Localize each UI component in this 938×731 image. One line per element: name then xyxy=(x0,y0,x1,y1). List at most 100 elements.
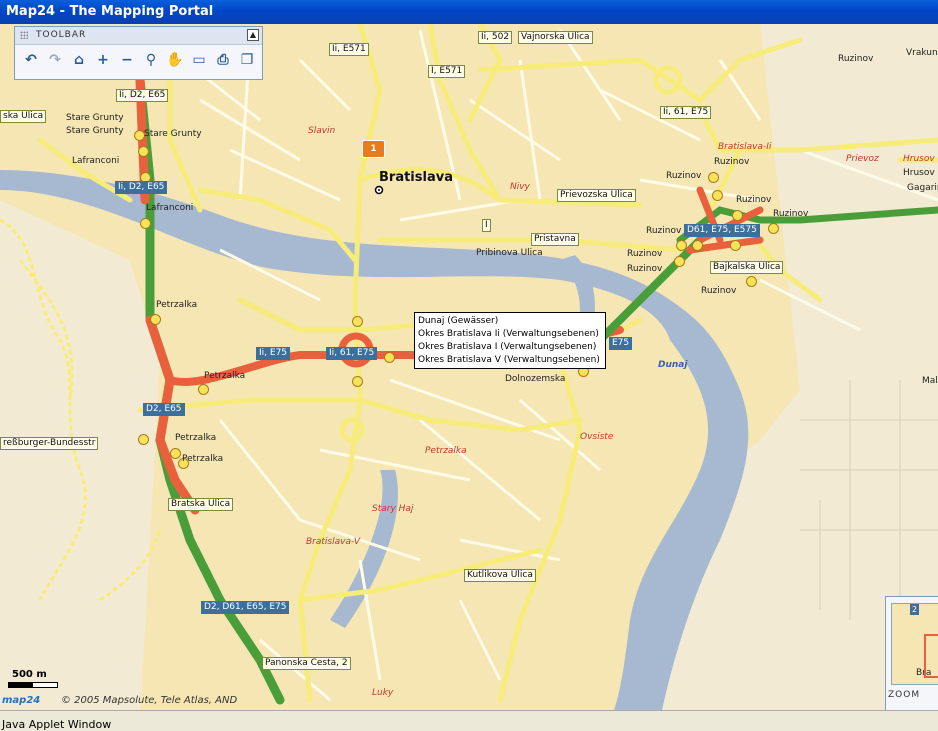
street-label[interactable]: Vajnorska Ulica xyxy=(518,31,593,44)
street-label[interactable]: I xyxy=(482,219,491,232)
street-label[interactable]: Prievozska Ulica xyxy=(557,189,636,202)
street-label[interactable]: Ii, 61, E75 xyxy=(660,106,712,119)
junction-dot[interactable] xyxy=(708,172,719,183)
street-label[interactable]: Ii, 502 xyxy=(478,31,513,44)
junction-dot[interactable] xyxy=(138,434,149,445)
scale-label: 500 m xyxy=(12,669,47,680)
junction-dot[interactable] xyxy=(746,276,757,287)
place-label: Hrusov xyxy=(903,168,935,178)
route-icon[interactable]: ⚲ xyxy=(141,50,161,70)
street-label[interactable]: Pristavna xyxy=(531,233,579,246)
junction-dot[interactable] xyxy=(384,352,395,363)
window-title: Map24 - The Mapping Portal xyxy=(6,4,214,19)
junction-dot[interactable] xyxy=(170,448,181,459)
street-label[interactable]: Bajkalska Ulica xyxy=(710,261,784,274)
district-label: Slavin xyxy=(308,126,336,136)
street-label[interactable]: Ii, E571 xyxy=(329,43,369,56)
highway-shield[interactable]: D2, D61, E65, E75 xyxy=(201,601,290,614)
overview-viewport-box[interactable] xyxy=(924,634,938,678)
place-label: Mal xyxy=(922,376,938,386)
highway-shield[interactable]: Ii, 61, E75 xyxy=(326,347,378,360)
district-label: Prievoz xyxy=(846,154,879,164)
place-label: Ruzinov xyxy=(666,171,702,181)
place-label: Petrzalka xyxy=(182,454,224,464)
toolbar-title: TOOLBAR xyxy=(36,30,87,40)
street-label[interactable]: I, E571 xyxy=(428,65,466,78)
measure-icon[interactable]: ▭ xyxy=(189,50,209,70)
overview-zoom-label[interactable]: ZOOM xyxy=(888,690,920,700)
junction-dot[interactable] xyxy=(732,210,743,221)
print-icon[interactable]: ⎙ xyxy=(213,50,233,70)
zoom-out-icon[interactable]: − xyxy=(117,50,137,70)
scale-bar-graphic xyxy=(8,682,58,688)
street-label[interactable]: Panonska Cesta, 2 xyxy=(262,657,351,670)
junction-dot[interactable] xyxy=(768,223,779,234)
district-label: Hrusov xyxy=(903,154,935,164)
place-label: Ruzinov xyxy=(773,209,809,219)
home-icon[interactable]: ⌂ xyxy=(69,50,89,70)
district-label: Bratislava-Ii xyxy=(718,142,772,152)
place-label: Petrzalka xyxy=(156,300,198,310)
tooltip-line: Okres Bratislava Ii (Verwaltungsebenen) xyxy=(418,329,599,339)
place-label: Ruzinov xyxy=(838,54,874,64)
map-canvas[interactable]: 1 Bratislava Dunaj Stare Grunty Stare Gr… xyxy=(0,24,938,710)
highway-shield[interactable]: Ii, D2, E65 xyxy=(115,181,168,194)
tooltip-line: Okres Bratislava I (Verwaltungsebenen) xyxy=(418,342,597,352)
highway-shield[interactable]: Ii, E75 xyxy=(256,347,291,360)
collapse-button[interactable]: ▲ xyxy=(247,29,259,41)
forward-icon[interactable]: ↷ xyxy=(45,50,65,70)
place-label: Vrakuns xyxy=(906,48,938,58)
place-label: Lafranconi xyxy=(72,156,120,166)
district-label: Nivy xyxy=(510,182,530,192)
city-center-icon xyxy=(374,185,384,195)
overview-marker: 2 xyxy=(910,604,920,615)
street-label[interactable]: Bratska Ulica xyxy=(168,498,234,511)
district-label: Stary Haj xyxy=(372,504,414,514)
place-label: Dolnozemska xyxy=(505,374,566,384)
street-label[interactable]: Ii, D2, E65 xyxy=(116,89,169,102)
junction-dot[interactable] xyxy=(674,256,685,267)
toolbar-panel[interactable]: TOOLBAR ▲ ↶ ↷ ⌂ + − ⚲ ✋ ▭ ⎙ ❐ xyxy=(14,26,263,80)
status-bar: Java Applet Window xyxy=(0,710,938,731)
junction-dot[interactable] xyxy=(150,314,161,325)
junction-dot[interactable] xyxy=(352,376,363,387)
window-icon[interactable]: ❐ xyxy=(237,50,257,70)
place-label: Ruzinov xyxy=(627,249,663,259)
place-label: Stare Grunty xyxy=(66,113,124,123)
street-label[interactable]: ska Ulica xyxy=(0,110,47,123)
highway-shield[interactable]: E75 xyxy=(609,337,633,350)
junction-dot[interactable] xyxy=(352,316,363,327)
place-label: Ruzinov xyxy=(736,195,772,205)
copyright-text: © 2005 Mapsolute, Tele Atlas, AND xyxy=(61,695,238,706)
district-label: Luky xyxy=(372,688,394,698)
street-label[interactable]: reßburger-Bundesstr xyxy=(0,437,99,450)
highway-shield[interactable]: D2, E65 xyxy=(143,403,185,416)
junction-dot[interactable] xyxy=(198,384,209,395)
window-titlebar[interactable]: Map24 - The Mapping Portal xyxy=(0,0,938,25)
junction-dot[interactable] xyxy=(692,240,703,251)
tooltip-line: Okres Bratislava V (Verwaltungsebenen) xyxy=(418,355,600,365)
poi-marker[interactable]: 1 xyxy=(362,140,385,158)
junction-dot[interactable] xyxy=(676,240,687,251)
overview-map-panel[interactable]: 2 Bra ZOOM xyxy=(885,596,938,710)
overview-mini-map[interactable]: 2 Bra xyxy=(891,603,938,685)
tooltip-line: Dunaj (Gewässer) xyxy=(418,316,499,326)
water-label: Dunaj xyxy=(658,360,688,370)
zoom-in-icon[interactable]: + xyxy=(93,50,113,70)
place-label: Petrzalka xyxy=(204,371,246,381)
highway-shield[interactable]: D61, E75, E575 xyxy=(684,224,760,237)
junction-dot[interactable] xyxy=(138,146,149,157)
grip-icon[interactable] xyxy=(20,31,28,39)
street-label[interactable]: Kutlikova Ulica xyxy=(464,569,536,582)
pan-hand-icon[interactable]: ✋ xyxy=(165,50,185,70)
place-label: Ruzinov xyxy=(701,286,737,296)
place-label: Gagarin xyxy=(907,183,938,193)
district-label: Petrzalka xyxy=(425,446,467,456)
toolbar-header[interactable]: TOOLBAR ▲ xyxy=(15,27,262,45)
junction-dot[interactable] xyxy=(140,218,151,229)
place-label: Ruzinov xyxy=(646,226,682,236)
junction-dot[interactable] xyxy=(712,190,723,201)
junction-dot[interactable] xyxy=(730,240,741,251)
map24-logo: map24 xyxy=(2,695,41,706)
back-icon[interactable]: ↶ xyxy=(21,50,41,70)
